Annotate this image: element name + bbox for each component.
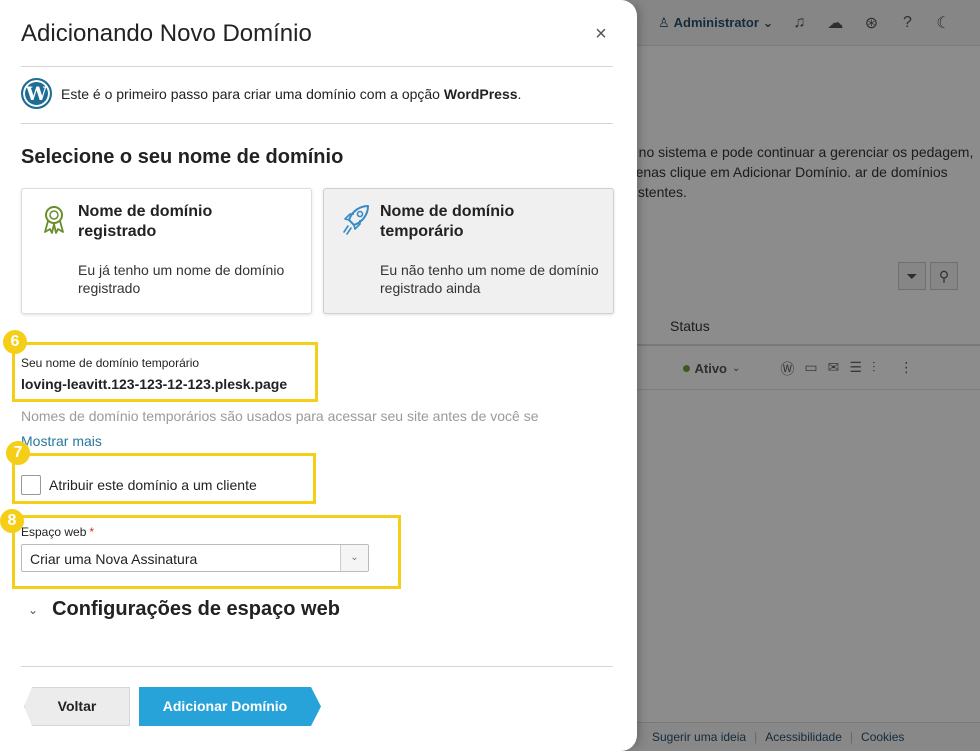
- webspace-select[interactable]: Criar uma Nova Assinatura ⌄: [21, 544, 369, 572]
- section-title: Selecione o seu nome de domínio: [21, 146, 344, 168]
- chevron-down-icon: ⌄: [28, 602, 39, 617]
- chevron-down-icon[interactable]: ⌄: [340, 545, 368, 571]
- show-more-link[interactable]: Mostrar mais: [21, 433, 102, 449]
- assign-client-label[interactable]: Atribuir este domínio a um cliente: [49, 477, 257, 493]
- card-title: Nome de domínio temporário: [380, 203, 515, 240]
- webspace-label: Espaço web *: [21, 525, 94, 539]
- note-end: .: [517, 85, 522, 102]
- award-ribbon-icon: [44, 206, 64, 234]
- highlight-box-6: [12, 342, 318, 402]
- card-temporary-domain[interactable]: Nome de domínio temporário Eu não tenho …: [323, 188, 614, 314]
- note-bold: WordPress: [443, 85, 518, 102]
- divider: [21, 123, 613, 124]
- note-text: Este é o primeiro passo para criar uma d…: [61, 85, 444, 102]
- temp-domain-label: Seu nome de domínio temporário: [21, 356, 200, 370]
- wordpress-note: W Este é o primeiro passo para criar uma…: [21, 78, 521, 109]
- card-description: Eu já tenho um nome de domínio registrad…: [78, 262, 285, 296]
- webspace-selected-value: Criar uma Nova Assinatura: [30, 551, 198, 567]
- divider: [21, 666, 613, 667]
- drawer-title: Adicionando Novo Domínio: [21, 20, 312, 47]
- close-button[interactable]: ×: [590, 24, 612, 46]
- webspace-settings-title: Configurações de espaço web: [52, 598, 340, 620]
- wordpress-icon: W: [21, 78, 52, 109]
- add-domain-button[interactable]: Adicionar Domínio: [139, 687, 321, 726]
- wordpress-note-text: Este é o primeiro passo para criar uma d…: [61, 86, 521, 102]
- back-button[interactable]: Voltar: [24, 687, 130, 726]
- assign-client-checkbox[interactable]: [21, 475, 41, 495]
- webspace-label-text: Espaço web: [21, 525, 87, 539]
- card-description: Eu não tenho um nome de domínio registra…: [380, 262, 599, 296]
- divider: [21, 66, 613, 67]
- callout-badge-6: 6: [3, 330, 27, 354]
- temp-domain-value: loving-leavitt.123-123-12-123.plesk.page: [21, 376, 288, 392]
- required-mark: *: [89, 525, 95, 539]
- temp-domain-hint: Nomes de domínio temporários são usados …: [21, 408, 539, 424]
- card-registered-domain[interactable]: Nome de domínio registrado Eu já tenho u…: [21, 188, 312, 314]
- callout-badge-7: 7: [6, 441, 30, 465]
- card-title: Nome de domínio registrado: [78, 203, 213, 240]
- rocket-icon: [343, 205, 369, 235]
- webspace-settings-toggle[interactable]: ⌄ Configurações de espaço web: [28, 598, 340, 621]
- add-domain-drawer: Adicionando Novo Domínio × W Este é o pr…: [0, 0, 637, 751]
